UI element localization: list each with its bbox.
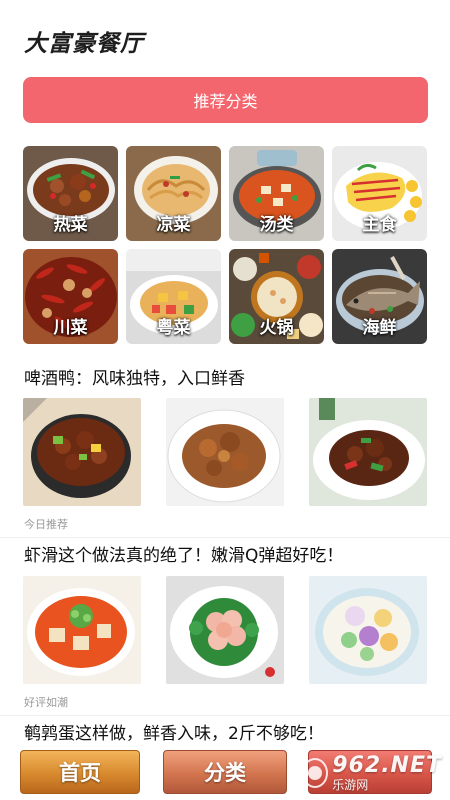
article-photo-row[interactable] xyxy=(23,398,427,506)
category-tile-cantonese[interactable]: 粤菜 xyxy=(126,249,221,344)
watermark-brand: 962.NET xyxy=(332,753,442,778)
beer-duck-pot-photo xyxy=(23,398,141,506)
category-label: 主食 xyxy=(362,215,397,235)
article-title[interactable]: 虾滑这个做法真的绝了！嫩滑Q弹超好吃！ xyxy=(24,541,343,566)
watermark-sub: 乐游网 xyxy=(332,778,369,792)
category-tile-staple[interactable]: 主食 xyxy=(332,146,427,241)
category-label: 粤菜 xyxy=(156,318,191,338)
divider xyxy=(0,715,450,716)
article-title[interactable]: 啤酒鸭：风味独特，入口鲜香 xyxy=(24,364,245,389)
category-grid: 热菜 凉菜 汤类 主食 川菜 粤菜 火锅 海鲜 xyxy=(23,146,428,344)
category-label: 热菜 xyxy=(53,215,88,235)
category-label: 川菜 xyxy=(53,318,88,338)
category-label: 凉菜 xyxy=(156,215,191,235)
watermark-logo: 962.NET 乐游网 xyxy=(302,752,442,794)
article-photo[interactable] xyxy=(309,576,427,684)
watermark-ring-icon xyxy=(302,758,329,788)
tofu-soup-photo xyxy=(23,576,141,684)
article-photo[interactable] xyxy=(166,398,284,506)
article-photo[interactable] xyxy=(166,576,284,684)
nav-category-button[interactable]: 分类 xyxy=(163,750,287,794)
category-label: 火锅 xyxy=(259,318,294,338)
article-photo[interactable] xyxy=(23,576,141,684)
article-tag: 好评如潮 xyxy=(24,696,68,709)
shrimp-broccoli-photo xyxy=(166,576,284,684)
category-label: 汤类 xyxy=(259,215,294,235)
category-tile-cold-dish[interactable]: 凉菜 xyxy=(126,146,221,241)
category-tile-soup[interactable]: 汤类 xyxy=(229,146,324,241)
article-photo[interactable] xyxy=(23,398,141,506)
divider xyxy=(0,537,450,538)
article-photo[interactable] xyxy=(309,398,427,506)
article-title[interactable]: 鹌鹑蛋这样做，鲜香入味，2斤不够吃！ xyxy=(24,719,324,744)
category-label: 海鲜 xyxy=(362,318,397,338)
category-tile-sichuan[interactable]: 川菜 xyxy=(23,249,118,344)
category-tile-hot-dish[interactable]: 热菜 xyxy=(23,146,118,241)
beer-duck-peppers-photo xyxy=(309,398,427,506)
app-title: 大富豪餐厅 xyxy=(24,31,144,57)
article-tag: 今日推荐 xyxy=(24,518,68,531)
dumpling-soup-photo xyxy=(309,576,427,684)
nav-home-button[interactable]: 首页 xyxy=(20,750,140,794)
recommend-category-button[interactable]: 推荐分类 xyxy=(23,77,428,123)
category-tile-seafood[interactable]: 海鲜 xyxy=(332,249,427,344)
category-tile-hotpot[interactable]: 火锅 xyxy=(229,249,324,344)
beer-duck-plate-photo xyxy=(166,398,284,506)
article-photo-row[interactable] xyxy=(23,576,427,684)
